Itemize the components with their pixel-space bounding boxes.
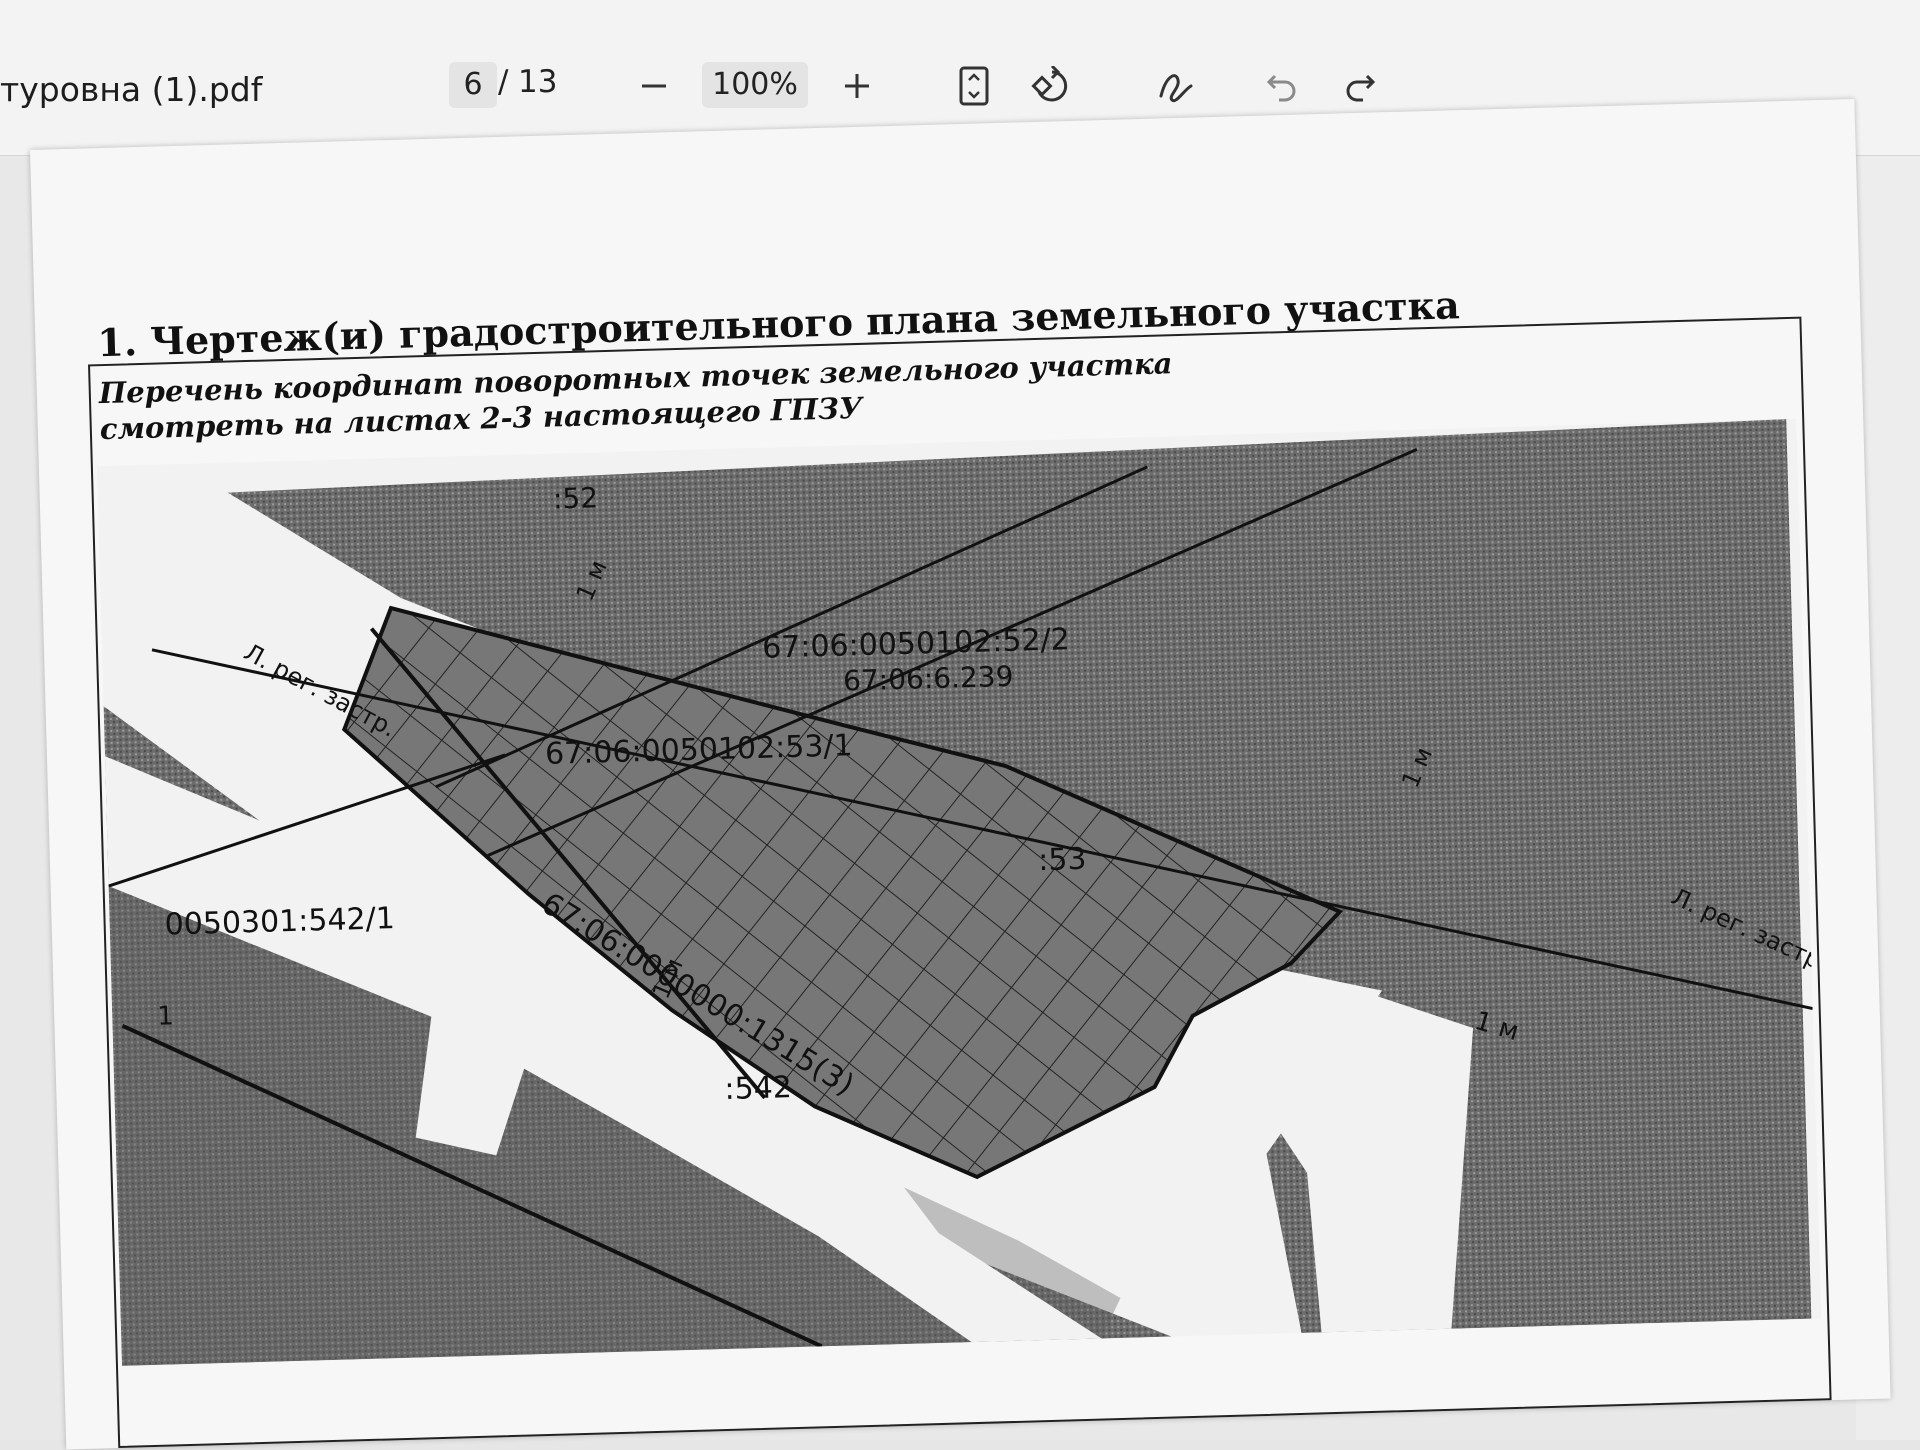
zoom-level-input[interactable]: 100% xyxy=(702,62,808,108)
label-cadastral-6-239: 67:06:6.239 xyxy=(843,660,1014,698)
fit-page-button[interactable] xyxy=(946,58,1002,114)
draw-button[interactable] xyxy=(1148,58,1204,114)
total-pages: 13 xyxy=(518,64,558,100)
zoom-out-button[interactable] xyxy=(626,58,682,114)
draw-icon xyxy=(1159,74,1193,103)
rotate-button[interactable] xyxy=(1024,58,1080,114)
pdf-page: 1. Чертеж(и) градостроительного плана зе… xyxy=(30,99,1891,1450)
rotate-icon xyxy=(1031,66,1068,102)
minus-icon xyxy=(642,84,666,88)
undo-icon xyxy=(1266,74,1296,102)
label-edge-number: 1 xyxy=(157,1001,174,1031)
label-plot-52: :52 xyxy=(552,481,598,515)
redo-icon xyxy=(1346,74,1376,102)
file-name: туровна (1).pdf xyxy=(0,70,263,109)
label-cadastral-542-1: 0050301:542/1 xyxy=(164,901,395,942)
zoom-in-button[interactable] xyxy=(829,58,885,114)
current-page-input[interactable]: 6 xyxy=(449,62,497,108)
cadastral-map: :52 67:06:0050102:52/2 67:06:6.239 67:06… xyxy=(96,418,1821,1366)
plus-icon xyxy=(845,74,869,98)
label-plot-53: :53 xyxy=(1038,842,1087,878)
fit-page-icon xyxy=(959,66,989,106)
page-separator: / xyxy=(498,64,509,100)
undo-button[interactable] xyxy=(1254,58,1310,114)
redo-button[interactable] xyxy=(1332,58,1388,114)
label-plot-542: :542 xyxy=(724,1070,792,1107)
